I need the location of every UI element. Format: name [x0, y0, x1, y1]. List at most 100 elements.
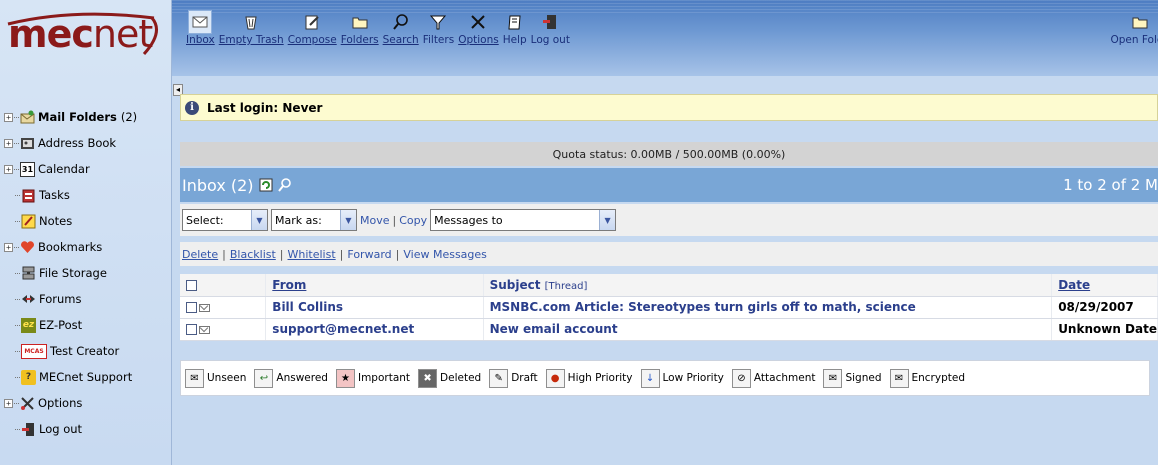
expand-icon[interactable]: +: [4, 398, 13, 408]
sidebar-item-file-storage[interactable]: File Storage: [4, 260, 172, 286]
filters-label: Filters: [422, 34, 455, 46]
move-link[interactable]: Move: [360, 214, 390, 227]
row-checkbox[interactable]: [186, 324, 197, 335]
logout-door-icon: [541, 10, 559, 34]
whitelist-link[interactable]: Whitelist: [288, 248, 336, 261]
expand-icon[interactable]: +: [4, 164, 13, 174]
last-login-banner: i Last login: Never: [180, 94, 1158, 121]
inbox-title: Inbox (2): [182, 175, 254, 195]
help-label: Help: [502, 34, 527, 46]
options-button[interactable]: Options: [458, 10, 499, 46]
empty-trash-label: Empty Trash: [218, 34, 284, 46]
refresh-icon[interactable]: [259, 178, 273, 192]
mecnet-logo[interactable]: mecnet: [4, 10, 164, 58]
sidebar-item-mecnet-support[interactable]: ? MECnet Support: [4, 364, 172, 390]
low-priority-icon: ↓: [640, 368, 660, 388]
from-cell[interactable]: support@mecnet.net: [265, 318, 484, 341]
chevron-down-icon: ▼: [340, 210, 356, 230]
blacklist-link[interactable]: Blacklist: [230, 248, 276, 261]
expand-icon[interactable]: +: [4, 242, 13, 252]
tools-icon: [20, 396, 35, 411]
inbox-icon: [188, 10, 213, 34]
messages-to-dropdown[interactable]: Messages to ▼: [430, 209, 617, 231]
message-table: From Subject [Thread] Date Bill Collins …: [180, 274, 1158, 341]
inbox-header-bar: Inbox (2) 1 to 2 of 2 M: [180, 168, 1158, 202]
calendar-icon: 31: [20, 161, 35, 177]
quota-text: Quota status: 0.00MB / 500.00MB (0.00%): [552, 147, 786, 161]
open-folder-label: Open Folde: [1110, 34, 1158, 46]
message-actions: Delete | Blacklist | Whitelist | Forward | V…: [180, 242, 1158, 266]
sidebar-item-label: Options: [38, 396, 83, 410]
sidebar-item-calendar[interactable]: + 31 Calendar: [4, 156, 172, 182]
folder-tree: + Mail Folders (2) + Address Book + 31 C…: [4, 104, 172, 442]
address-book-icon: [20, 136, 35, 151]
sidebar-item-log-out[interactable]: Log out: [4, 416, 172, 442]
legend-attachment: ⊘ Attachment: [731, 368, 815, 388]
row-checkbox[interactable]: [186, 302, 197, 313]
answered-icon: ↩: [254, 368, 274, 388]
sidebar-item-test-creator[interactable]: MCAS Test Creator: [4, 338, 172, 364]
date-header[interactable]: Date: [1051, 274, 1158, 297]
folders-label: Folders: [340, 34, 379, 46]
message-controls: Select: ▼ Mark as: ▼ Move | Copy Message…: [180, 204, 1158, 236]
copy-link[interactable]: Copy: [399, 214, 427, 227]
options-icon: [469, 10, 487, 34]
open-folder-button[interactable]: Open Folde: [1110, 10, 1158, 46]
sidebar-item-label: Notes: [39, 214, 73, 228]
unseen-icon: [199, 303, 210, 312]
info-icon: i: [185, 100, 199, 115]
last-login-text: Last login: Never: [207, 100, 323, 115]
sidebar-item-label: Address Book: [38, 136, 117, 150]
heart-icon: [20, 240, 35, 255]
subject-cell[interactable]: MSNBC.com Article: Stereotypes turn girl…: [483, 296, 1053, 319]
chevron-down-icon: ▼: [251, 210, 267, 230]
compose-label: Compose: [287, 34, 337, 46]
trash-icon: [242, 10, 260, 34]
expand-icon[interactable]: +: [4, 138, 13, 148]
filters-button[interactable]: Filters: [423, 10, 454, 46]
sidebar-item-tasks[interactable]: Tasks: [4, 182, 172, 208]
empty-trash-button[interactable]: Empty Trash: [219, 10, 284, 46]
chevron-down-icon: ▼: [599, 210, 616, 230]
sidebar-item-notes[interactable]: Notes: [4, 208, 172, 234]
sidebar-item-forums[interactable]: Forums: [4, 286, 172, 312]
forward-link[interactable]: Forward: [347, 248, 391, 261]
select-all-checkbox[interactable]: [186, 279, 197, 291]
folders-button[interactable]: Folders: [341, 10, 379, 46]
mark-as-dropdown[interactable]: Mark as: ▼: [271, 209, 357, 231]
sidebar-item-label: EZ-Post: [39, 318, 83, 332]
search-button[interactable]: Search: [383, 10, 419, 46]
table-row[interactable]: support@mecnet.net New email account Unk…: [180, 318, 1158, 341]
from-header[interactable]: From: [265, 274, 484, 297]
compose-button[interactable]: Compose: [288, 10, 337, 46]
inbox-button[interactable]: Inbox: [186, 10, 215, 46]
mcas-icon: MCAS: [21, 343, 47, 359]
filter-icon: [429, 10, 447, 34]
expand-icon[interactable]: +: [4, 112, 13, 122]
sidebar-item-bookmarks[interactable]: + Bookmarks: [4, 234, 172, 260]
search-label: Search: [382, 34, 419, 46]
select-dropdown[interactable]: Select: ▼: [182, 209, 268, 231]
table-row[interactable]: Bill Collins MSNBC.com Article: Stereoty…: [180, 296, 1158, 319]
view-messages-link[interactable]: View Messages: [403, 248, 487, 261]
help-button[interactable]: Help: [503, 10, 527, 46]
file-storage-icon: [21, 266, 36, 281]
log-out-button[interactable]: Log out: [531, 10, 570, 46]
log-out-label: Log out: [530, 34, 570, 46]
sidebar-item-address-book[interactable]: + Address Book: [4, 130, 172, 156]
subject-cell[interactable]: New email account: [483, 318, 1053, 341]
separator: |: [392, 213, 397, 227]
search-icon[interactable]: [277, 178, 292, 192]
mail-folder-icon: [20, 110, 35, 125]
sidebar-item-options[interactable]: + Options: [4, 390, 172, 416]
sidebar-item-mail-folders[interactable]: + Mail Folders (2): [4, 104, 172, 130]
delete-link[interactable]: Delete: [182, 248, 218, 261]
open-folder-icon: [1131, 10, 1149, 34]
subject-header[interactable]: Subject [Thread]: [483, 274, 1053, 297]
legend-deleted: ✖ Deleted: [418, 368, 481, 388]
logo-text: mecnet: [8, 12, 153, 56]
from-cell[interactable]: Bill Collins: [265, 296, 484, 319]
thread-link[interactable]: [Thread]: [545, 281, 588, 292]
sidebar-item-ez-post[interactable]: ez EZ-Post: [4, 312, 172, 338]
legend-encrypted: ✉ Encrypted: [889, 368, 965, 388]
